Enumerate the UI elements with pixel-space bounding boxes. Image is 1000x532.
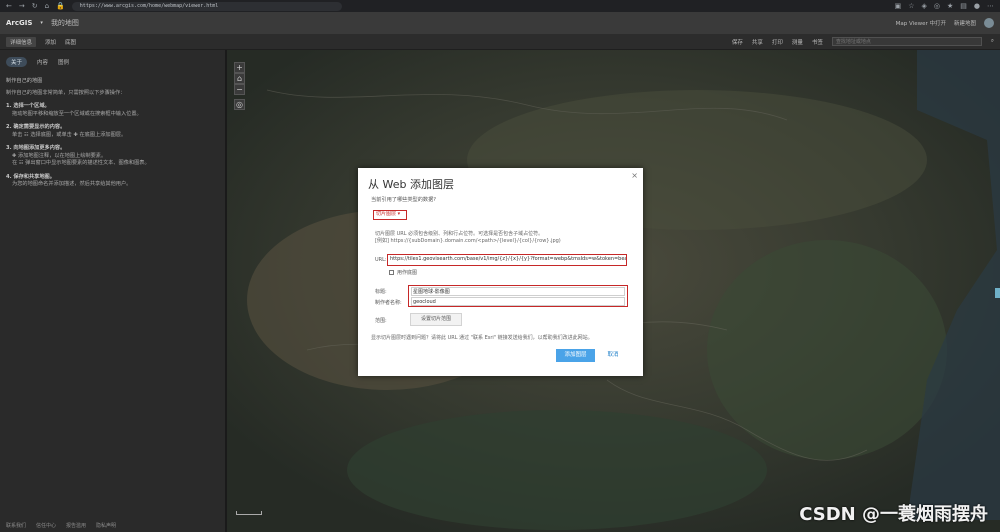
add-button[interactable]: 添加 (45, 38, 56, 46)
set-extent-button[interactable]: 设置切片范围 (410, 313, 462, 326)
metadata-group: 星图地球-影像图 geocloud (408, 285, 628, 307)
map-controls: + ⌂ − ◎ (234, 62, 245, 110)
scale-bar (236, 511, 262, 515)
panel-handle[interactable] (995, 288, 1000, 298)
avatar[interactable] (984, 18, 994, 28)
print-button[interactable]: 打印 (772, 38, 783, 46)
details-button[interactable]: 详细信息 (6, 36, 37, 47)
side-content: 制作自己的地图 制作自己的地图非常简单，只需按照以下步骤操作： 1. 选择一个区… (0, 78, 225, 189)
search-input[interactable] (831, 37, 982, 46)
favorites-icon[interactable]: ★ (947, 0, 953, 12)
tab-about[interactable]: 关于 (6, 57, 28, 67)
back-icon[interactable]: ← (6, 0, 12, 12)
data-type-question: 当前引用了哪些类型的数据? (371, 197, 437, 203)
desc-example: [例如] https://{subDomain}.domain.com/<pat… (375, 238, 561, 244)
chevron-down-icon[interactable]: ▾ (40, 20, 43, 26)
profile-icon[interactable]: ● (974, 0, 980, 12)
watermark: CSDN @一蓑烟雨摆舟 (799, 504, 988, 525)
chevron-down-icon: ▾ (397, 211, 401, 217)
step-title: 2. 确定需要显示的内容。 (6, 124, 66, 130)
address-bar[interactable]: https://www.arcgis.com/home/webmap/viewe… (71, 1, 342, 11)
side-panel: 关于 内容 图例 制作自己的地图 制作自己的地图非常简单，只需按照以下步骤操作：… (0, 50, 226, 532)
credits-label: 制作者名称: (375, 300, 402, 306)
measure-button[interactable]: 测量 (792, 38, 803, 46)
use-as-basemap-checkbox[interactable]: 用作底图 (389, 269, 417, 276)
close-icon[interactable]: × (631, 171, 638, 180)
map-title: 我的地图 (50, 19, 79, 27)
step-text: 为您的地图命名并添加描述，然后共享给其他用户。 (12, 181, 132, 187)
arcgis-logo[interactable]: ArcGIS (6, 19, 32, 27)
map-viewer-link[interactable]: Map Viewer 中打开 (896, 19, 946, 27)
zoom-in-button[interactable]: + (234, 62, 245, 73)
layer-type-select[interactable]: 切片图层 ▾ (373, 210, 407, 220)
bookmarks-button[interactable]: 书签 (812, 38, 823, 46)
home-button[interactable]: ⌂ (234, 73, 245, 84)
checkbox-label: 用作底图 (397, 270, 418, 276)
tab-content[interactable]: 内容 (37, 58, 48, 66)
side-heading: 制作自己的地图 (6, 78, 43, 84)
footer-link[interactable]: 报告滥用 (66, 522, 86, 529)
step-text: 拖动地图平移和缩放至一个区域或在搜索框中输入位置。 (12, 110, 142, 117)
checkbox-icon[interactable] (389, 270, 394, 275)
step-title: 4. 保存和共享地图。 (6, 173, 55, 180)
title-label: 标题: (375, 289, 387, 295)
add-layer-button[interactable]: 添加图层 (556, 349, 595, 362)
step-text: ✚ 添加地图注释，以在地图上绘制要素。 (12, 152, 107, 159)
step-title: 1. 选择一个区域。 (6, 103, 50, 109)
extension-icon[interactable]: ◈ (921, 0, 926, 12)
add-layer-dialog: 从 Web 添加图层 × 当前引用了哪些类型的数据? 切片图层 ▾ 切片图层 U… (358, 168, 643, 376)
search-icon[interactable]: ⌕ (991, 38, 994, 45)
url-input[interactable]: https://tiles1.geovisearth.com/base/v1/i… (387, 254, 627, 266)
save-button[interactable]: 保存 (732, 38, 743, 46)
new-map-button[interactable]: 新建地图 (954, 19, 976, 27)
footer-link[interactable]: 隐私声明 (96, 522, 116, 529)
layer-type-value: 切片图层 (376, 211, 397, 217)
help-text: 显示切片图层时遇到问题？请将此 URL 通过 "联系 Esri" 链接发送给我们… (371, 335, 593, 341)
extension-icon[interactable]: ◎ (934, 0, 940, 12)
title-input[interactable]: 星图地球-影像图 (411, 287, 625, 296)
locate-icon[interactable]: ◎ (234, 99, 245, 110)
dialog-title: 从 Web 添加图层 (368, 178, 454, 191)
zoom-out-button[interactable]: − (234, 84, 245, 95)
credits-input[interactable]: geocloud (411, 297, 625, 306)
extension-icon[interactable]: ▣ (895, 0, 902, 12)
tab-legend[interactable]: 图例 (58, 58, 69, 66)
forward-icon[interactable]: → (19, 0, 25, 12)
step-text: 在 ☷ 弹出窗口中显示地图要素的描述性文本、图像和图表。 (12, 160, 150, 166)
side-tabs: 关于 内容 图例 (0, 50, 225, 74)
home-icon[interactable]: ⌂ (45, 0, 49, 12)
step-title: 3. 向地图添加更多内容。 (6, 145, 66, 151)
app-header: ArcGIS ▾ 我的地图 Map Viewer 中打开 新建地图 (0, 12, 1000, 34)
url-label: URL: (375, 257, 387, 263)
footer-link[interactable]: 联系我们 (6, 522, 26, 529)
browser-toolbar: ← → ↻ ⌂ 🔒 https://www.arcgis.com/home/we… (0, 0, 1000, 12)
lock-icon: 🔒 (56, 2, 65, 10)
footer-link[interactable]: 信任中心 (36, 522, 56, 529)
desc-line: 切片图层 URL 必须包含级别、列和行占位符。可选择是否包含子域占位符。 (375, 231, 544, 237)
reload-icon[interactable]: ↻ (32, 0, 38, 12)
side-footer: 联系我们 信任中心 报告滥用 隐私声明 (6, 522, 116, 529)
share-button[interactable]: 共享 (752, 38, 763, 46)
bookmark-icon[interactable]: ☆ (908, 0, 914, 12)
extent-label: 范围: (375, 318, 387, 324)
map-toolbar: 详细信息 添加 底图 保存 共享 打印 测量 书签 ⌕ (0, 34, 1000, 50)
step-text: 单击 ☷ 选择底图，或单击 ✚ 在底图上添加图层。 (12, 131, 127, 138)
menu-icon[interactable]: ⋯ (987, 0, 994, 12)
collections-icon[interactable]: ▤ (960, 0, 967, 12)
basemap-button[interactable]: 底图 (65, 38, 76, 46)
cancel-button[interactable]: 取消 (604, 349, 622, 362)
side-intro: 制作自己的地图非常简单，只需按照以下步骤操作： (6, 89, 126, 96)
url-description: 切片图层 URL 必须包含级别、列和行占位符。可选择是否包含子域占位符。 [例如… (375, 231, 630, 245)
